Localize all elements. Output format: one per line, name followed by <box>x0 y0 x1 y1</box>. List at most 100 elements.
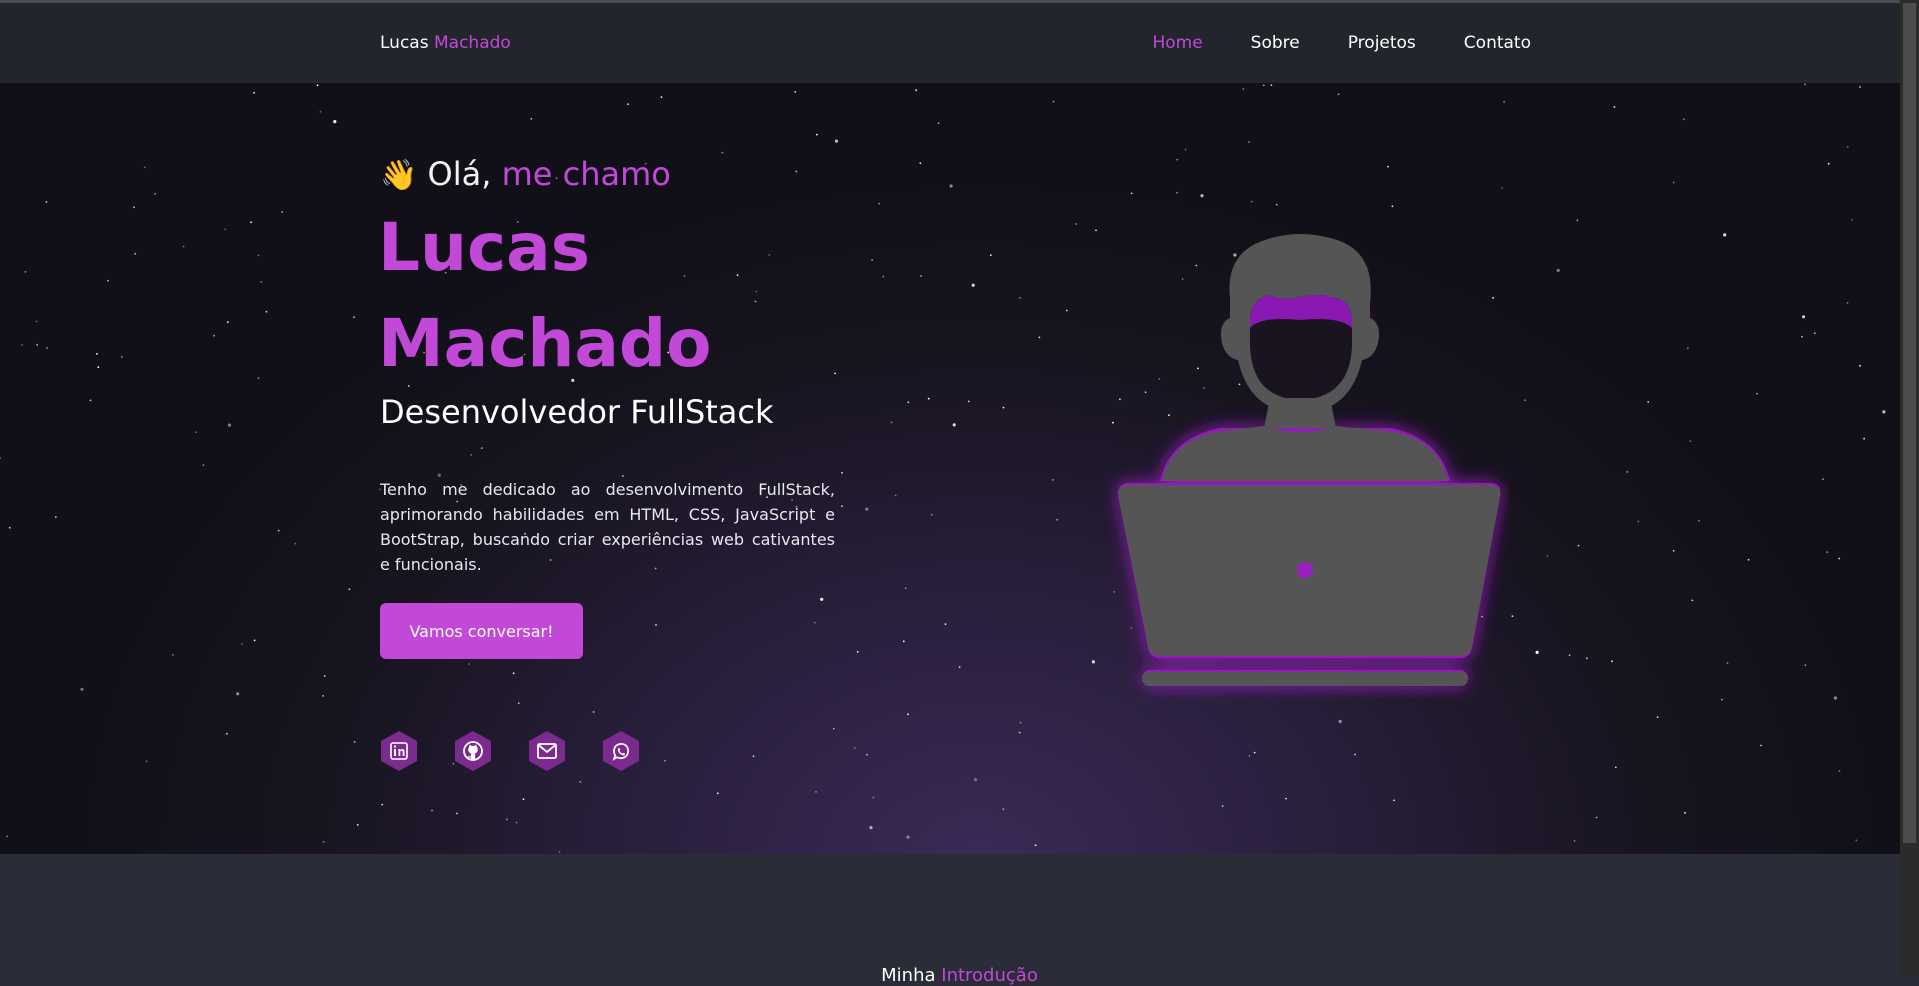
star <box>107 279 109 282</box>
star <box>1002 406 1005 409</box>
star <box>1726 662 1729 664</box>
star <box>145 760 148 763</box>
star <box>1248 141 1250 143</box>
hero-section: 👋 Olá, me chamo Lucas Machado Desenvolve… <box>0 83 1919 854</box>
star <box>257 254 260 257</box>
star <box>1647 401 1650 403</box>
star <box>1511 615 1514 618</box>
star <box>143 166 146 169</box>
star <box>1846 146 1849 148</box>
star <box>841 505 843 507</box>
star <box>1242 88 1245 90</box>
star <box>172 654 174 656</box>
star <box>240 643 243 645</box>
star <box>353 316 355 318</box>
star <box>920 275 922 277</box>
greeting-text: Olá, <box>427 155 492 193</box>
nav-link-contato[interactable]: Contato <box>1464 33 1531 53</box>
star <box>1184 148 1187 151</box>
star <box>1859 86 1861 88</box>
lets-talk-button[interactable]: Vamos conversar! <box>380 603 583 659</box>
star <box>227 423 232 427</box>
star <box>1689 440 1692 442</box>
star <box>664 759 666 762</box>
star <box>1804 664 1807 667</box>
star <box>1065 309 1068 312</box>
hero-role: Desenvolvedor FullStack <box>380 393 774 431</box>
star <box>1686 347 1689 350</box>
star <box>1802 315 1806 319</box>
star <box>1524 399 1526 402</box>
star <box>558 851 561 853</box>
star <box>468 663 470 665</box>
star <box>1826 551 1829 553</box>
star <box>1535 650 1539 655</box>
star <box>1285 797 1287 800</box>
star <box>1075 223 1078 225</box>
star <box>134 252 137 255</box>
star <box>54 516 57 518</box>
star <box>1262 84 1265 87</box>
mail-icon[interactable] <box>526 730 568 772</box>
nav-link-home[interactable]: Home <box>1152 33 1202 53</box>
star <box>35 320 38 323</box>
star <box>906 835 910 839</box>
nav-link-projetos[interactable]: Projetos <box>1348 33 1416 53</box>
star <box>294 542 297 545</box>
star <box>1637 520 1640 523</box>
star <box>202 464 205 467</box>
star <box>1691 599 1694 602</box>
star <box>794 91 797 93</box>
star <box>36 343 39 346</box>
nav-link-sobre[interactable]: Sobre <box>1251 33 1300 53</box>
star <box>1018 731 1021 734</box>
star <box>866 753 868 756</box>
star <box>431 809 433 812</box>
star <box>1338 719 1342 724</box>
hero-greeting: 👋 Olá, me chamo <box>380 155 671 193</box>
linkedin-icon[interactable] <box>378 730 420 772</box>
star <box>236 692 240 696</box>
star <box>381 803 384 806</box>
star <box>522 798 525 801</box>
star <box>353 741 356 743</box>
star <box>834 372 836 375</box>
brand-logo[interactable]: Lucas Machado <box>380 33 511 53</box>
star <box>1614 766 1617 769</box>
star <box>1723 233 1727 237</box>
star <box>952 423 956 427</box>
star <box>878 202 881 205</box>
star <box>1038 336 1041 339</box>
page-scrollbar[interactable] <box>1900 0 1919 977</box>
github-icon[interactable] <box>452 730 494 772</box>
star <box>752 755 755 758</box>
star <box>0 457 2 459</box>
star <box>1833 696 1837 700</box>
star <box>915 89 918 92</box>
star <box>1698 519 1700 522</box>
star <box>1546 555 1549 557</box>
star <box>904 587 907 590</box>
star <box>213 334 216 337</box>
star <box>1034 844 1037 847</box>
star <box>226 321 229 324</box>
star <box>277 529 280 532</box>
hero-description: Tenho me dedicado ao desenvolvimento Ful… <box>380 480 835 574</box>
star <box>1747 558 1750 561</box>
whatsapp-icon[interactable] <box>600 730 642 772</box>
star <box>882 275 885 278</box>
star <box>1882 410 1886 414</box>
waving-hand-icon: 👋 <box>380 158 418 193</box>
star <box>1052 479 1054 481</box>
star <box>253 91 256 94</box>
star <box>1611 660 1613 663</box>
scrollbar-thumb[interactable] <box>1903 3 1916 843</box>
intro-title-accent: Introdução <box>941 965 1038 986</box>
star <box>1577 544 1580 547</box>
star <box>1002 808 1005 811</box>
star <box>971 283 975 287</box>
star <box>224 228 227 231</box>
star <box>1556 268 1560 272</box>
nav-links: Home Sobre Projetos Contato <box>1152 33 1531 53</box>
star <box>853 747 856 750</box>
